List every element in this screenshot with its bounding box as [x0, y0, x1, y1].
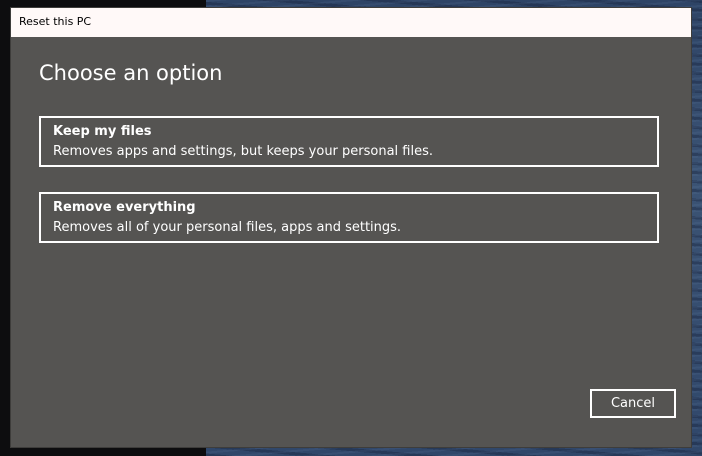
page-title: Choose an option: [39, 61, 223, 85]
option-description: Removes apps and settings, but keeps you…: [53, 144, 434, 159]
cancel-button[interactable]: Cancel: [590, 389, 676, 418]
remove-everything-option[interactable]: Remove everything Removes all of your pe…: [39, 192, 659, 243]
desktop-background: Reset this PC Choose an option Keep my f…: [0, 0, 702, 456]
option-title: Remove everything: [53, 200, 196, 215]
title-bar[interactable]: Reset this PC: [11, 8, 691, 37]
option-description: Removes all of your personal files, apps…: [53, 220, 402, 235]
option-title: Keep my files: [53, 124, 152, 139]
keep-my-files-option[interactable]: Keep my files Removes apps and settings,…: [39, 116, 659, 167]
window-title: Reset this PC: [19, 15, 92, 28]
reset-pc-dialog: Reset this PC Choose an option Keep my f…: [11, 8, 691, 447]
